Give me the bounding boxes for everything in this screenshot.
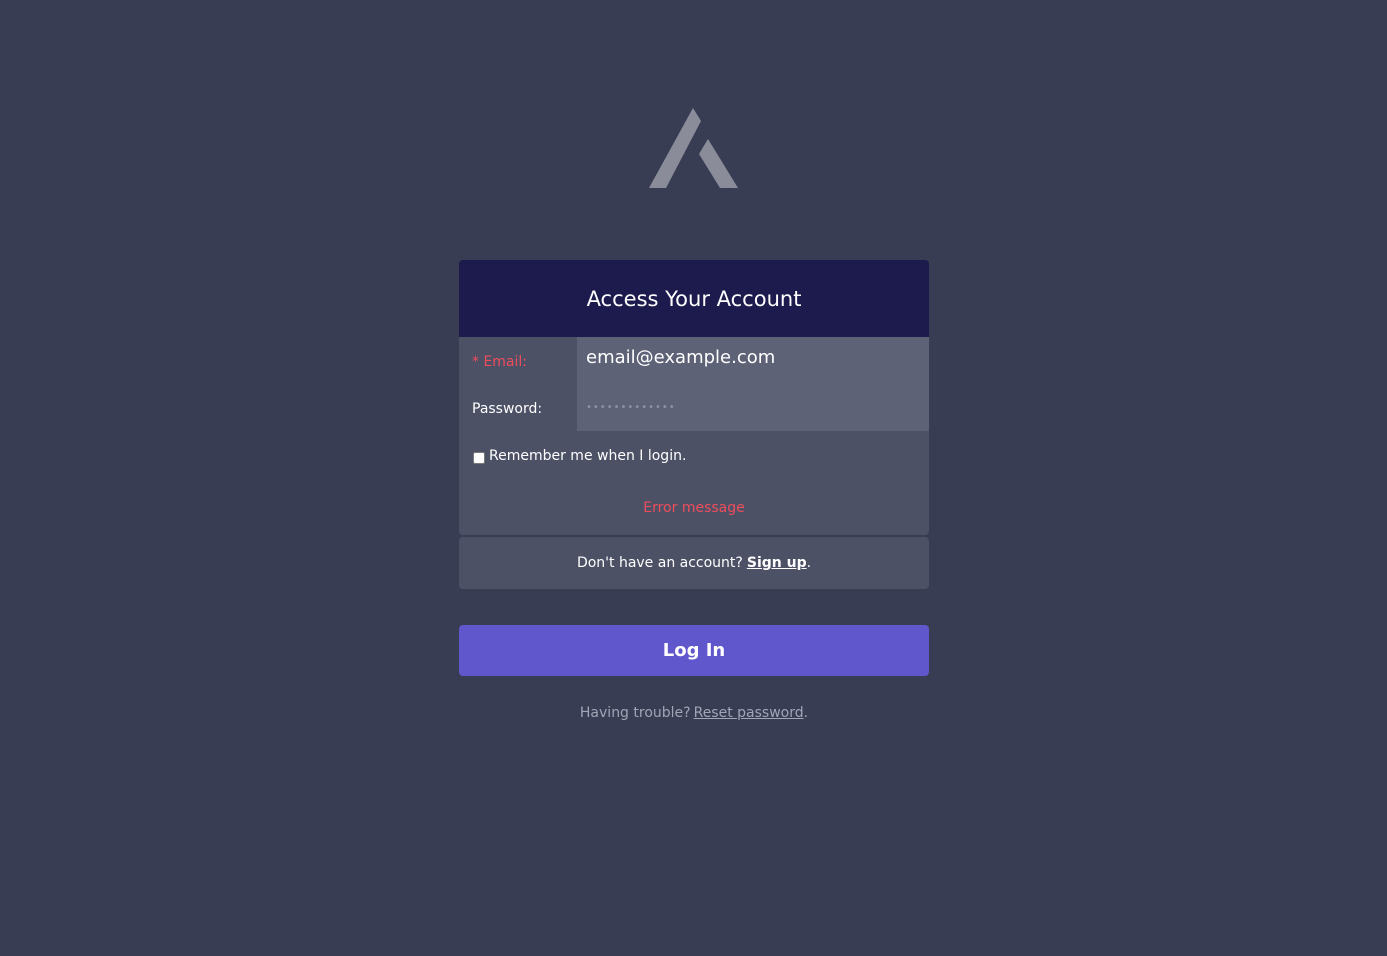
password-label: Password:	[472, 400, 543, 417]
email-field[interactable]	[577, 337, 929, 384]
login-button-label: Log In	[662, 640, 726, 661]
logo-right-stroke	[699, 139, 738, 188]
trouble-text: Having trouble?	[579, 705, 691, 721]
signup-prompt: Don't have an account? Sign up .	[459, 537, 929, 589]
signup-link[interactable]: Sign up	[747, 555, 807, 571]
remember-me[interactable]: Remember me when I login.	[472, 448, 686, 464]
field-inputs	[577, 337, 929, 431]
remember-me-checkbox[interactable]	[473, 451, 485, 464]
card-header: Access Your Account	[459, 260, 929, 337]
credentials-fields: * Email: Password:	[459, 337, 929, 431]
logo	[649, 108, 738, 188]
login-options: Remember me when I login. Error message	[459, 431, 929, 535]
trouble-suffix: .	[803, 705, 809, 721]
login-card: Access Your Account * Email: Password: R…	[459, 260, 929, 589]
password-field[interactable]	[577, 384, 929, 431]
field-labels: * Email: Password:	[459, 337, 577, 431]
remember-me-label: Remember me when I login.	[489, 448, 687, 464]
trouble-prompt: Having trouble? Reset password.	[459, 705, 929, 721]
error-message: Error message	[643, 500, 745, 516]
signup-suffix: .	[806, 555, 812, 571]
reset-password-link[interactable]: Reset password	[694, 705, 804, 721]
signup-text: Don't have an account?	[576, 555, 743, 571]
email-label: * Email:	[472, 353, 528, 370]
page-title: Access Your Account	[586, 286, 802, 311]
logo-left-stroke	[649, 108, 701, 188]
login-button[interactable]: Log In	[459, 625, 929, 676]
